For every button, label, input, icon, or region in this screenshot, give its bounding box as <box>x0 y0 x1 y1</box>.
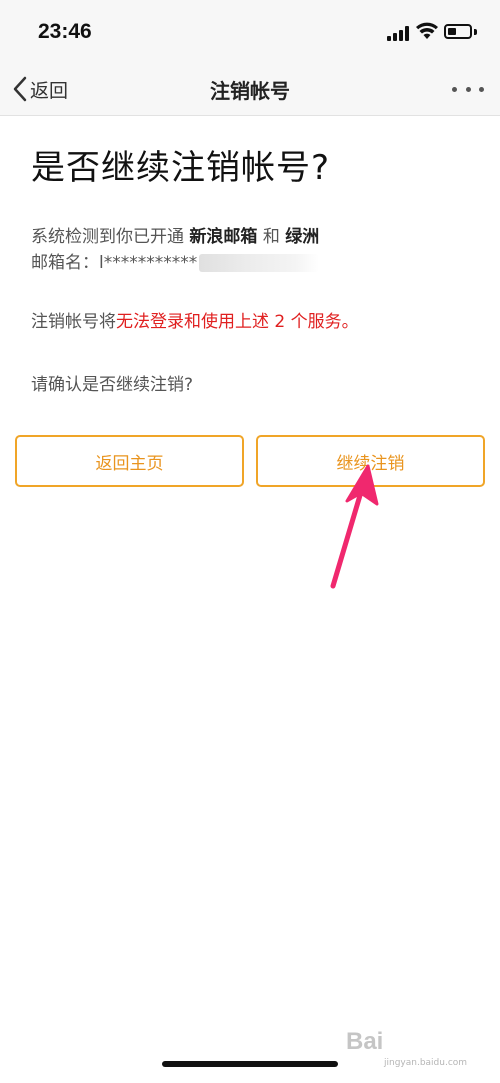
status-bar: 23:46 <box>0 0 500 62</box>
and-word: 和 <box>262 227 280 247</box>
home-indicator[interactable] <box>162 1061 338 1067</box>
detection-notice: 系统检测到你已开通 新浪邮箱 和 绿洲 邮箱名：l*********** <box>31 224 471 276</box>
service-sina-mail: 新浪邮箱 <box>189 227 258 247</box>
watermark-logo: Bai <box>346 1028 384 1055</box>
wifi-icon <box>416 22 438 39</box>
detect-prefix: 系统检测到你已开通 <box>31 227 184 247</box>
battery-cap <box>474 29 477 35</box>
email-label: 邮箱名： <box>31 253 99 273</box>
warning-prefix: 注销帐号将 <box>31 312 116 332</box>
email-redaction <box>199 254 320 272</box>
nav-bar: 返回 注销帐号 <box>0 62 500 116</box>
continue-cancel-button[interactable]: 继续注销 <box>256 435 485 487</box>
signal-icon <box>387 26 409 41</box>
page-title: 注销帐号 <box>210 79 290 103</box>
warning-text: 注销帐号将无法登录和使用上述 2 个服务。 <box>31 307 359 332</box>
watermark-url: jingyan.baidu.com <box>384 1058 468 1068</box>
service-oasis: 绿洲 <box>285 227 320 247</box>
warning-highlight: 无法登录和使用上述 2 个服务。 <box>116 312 359 332</box>
screen: 23:46 返回 注销帐号 是否继续注销帐号? 系统检测到你已开通 新浪邮箱 和… <box>0 0 500 1083</box>
email-value: l*********** <box>99 253 198 273</box>
return-home-button[interactable]: 返回主页 <box>15 435 244 487</box>
main-heading: 是否继续注销帐号? <box>31 148 331 188</box>
email-row: 邮箱名：l*********** <box>31 250 320 276</box>
battery-level <box>448 28 456 35</box>
ellipsis-icon[interactable] <box>452 87 484 95</box>
status-time: 23:46 <box>38 20 92 43</box>
battery-icon <box>444 24 472 39</box>
confirm-question: 请确认是否继续注销? <box>31 375 194 395</box>
